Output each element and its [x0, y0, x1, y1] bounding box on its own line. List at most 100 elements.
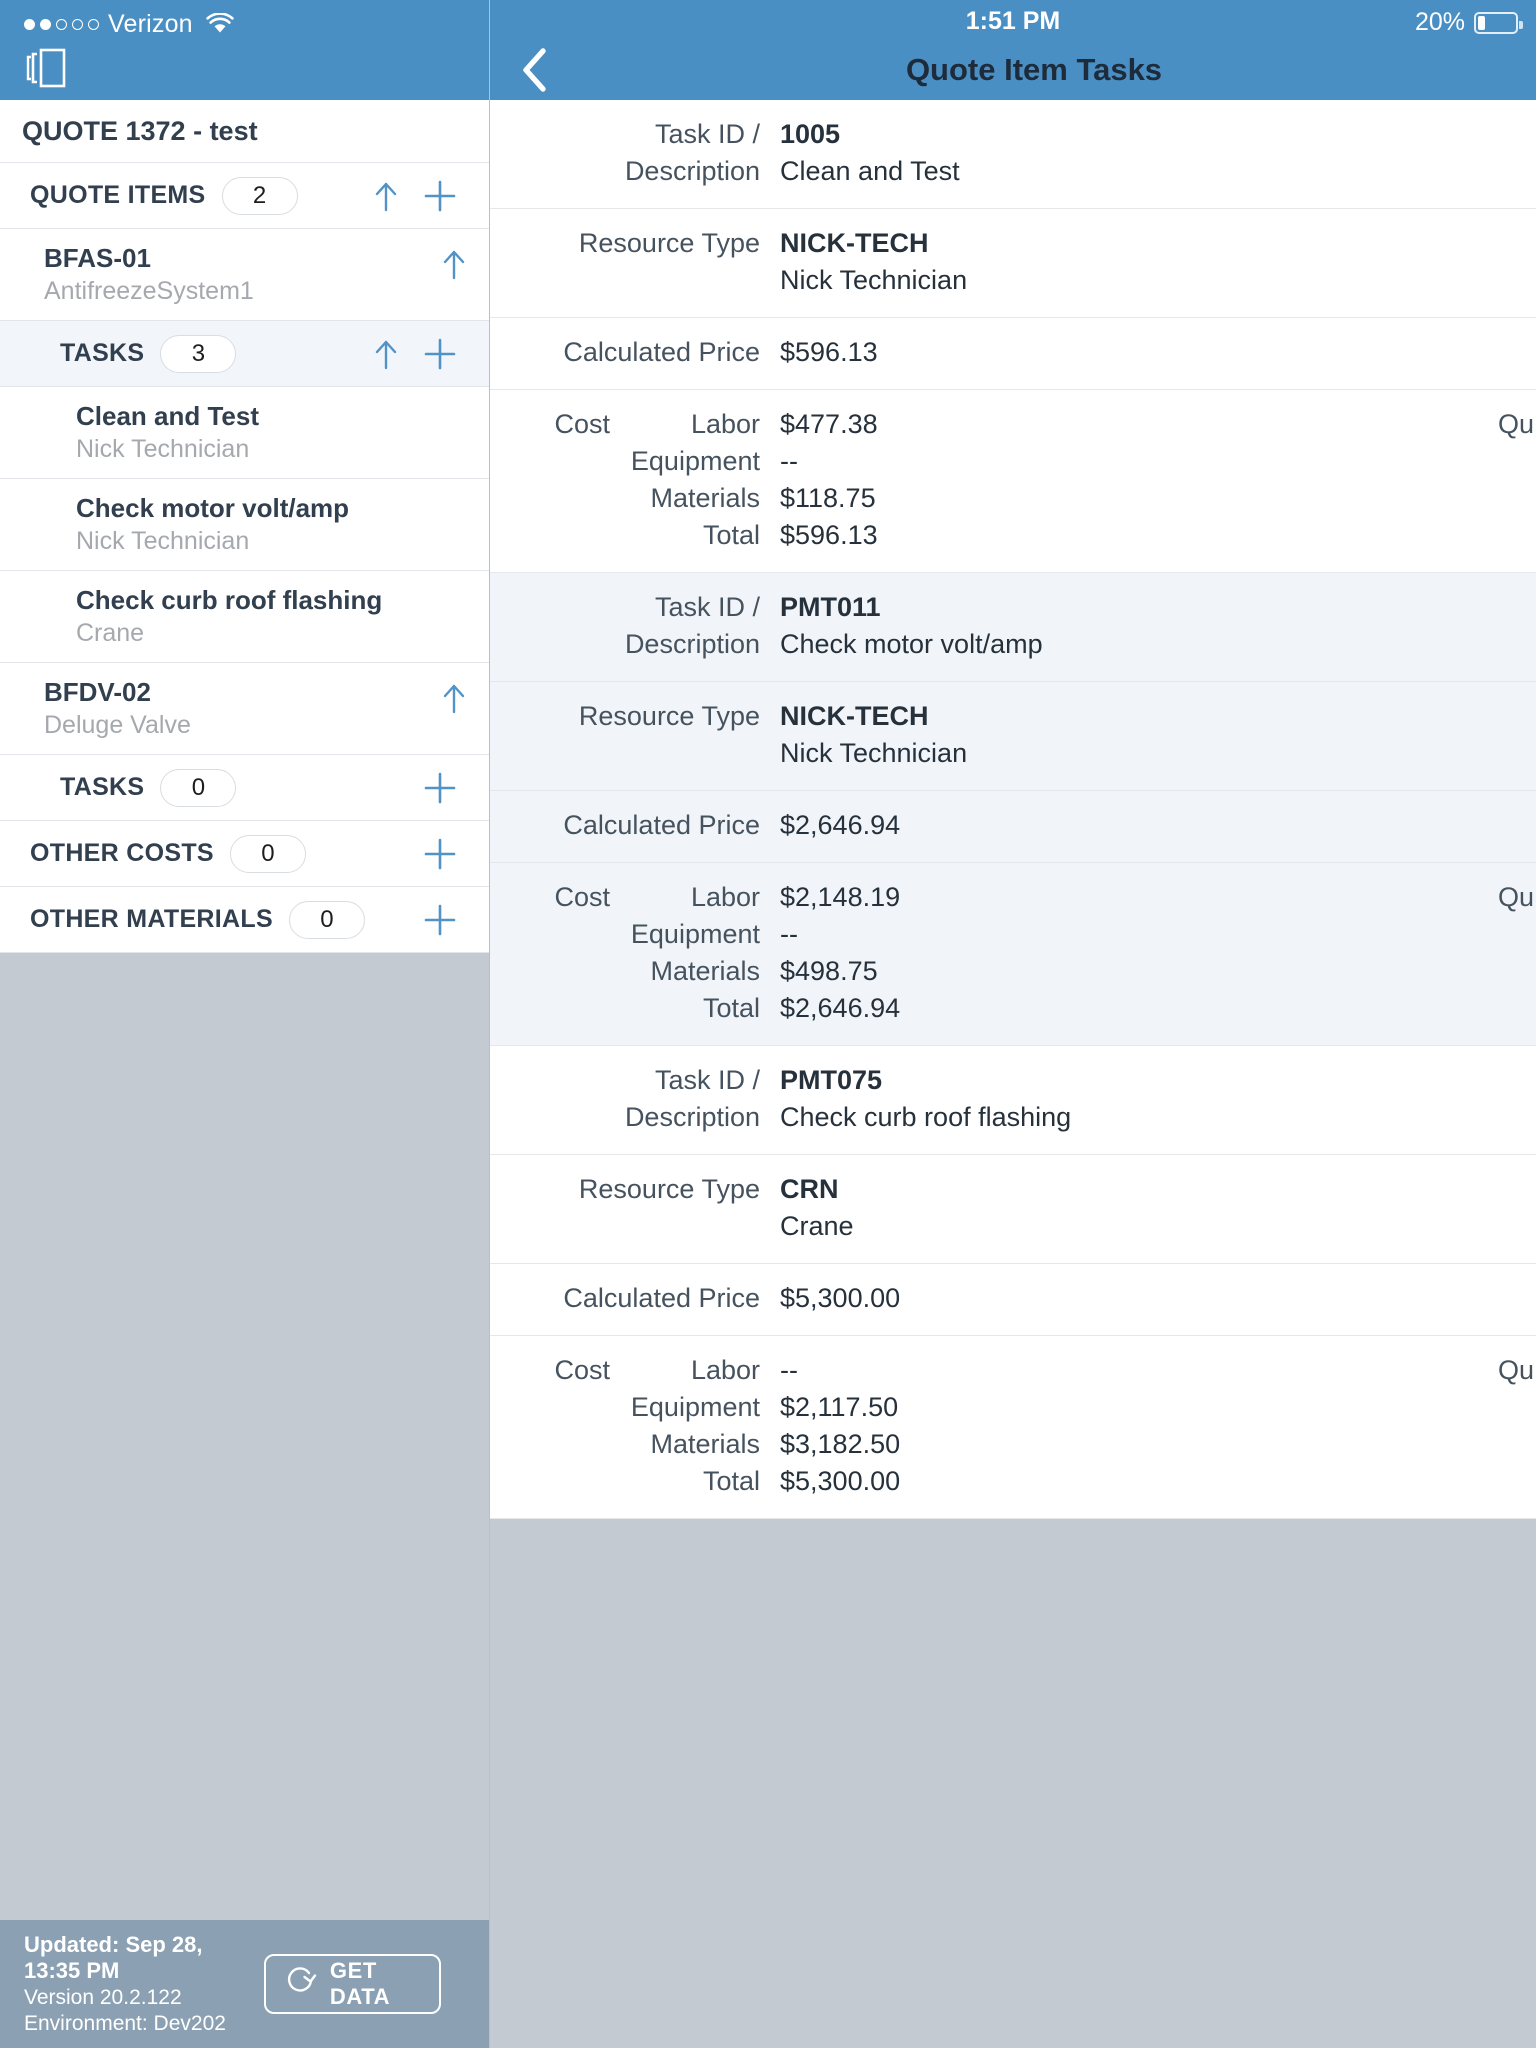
materials-value: $498.75: [780, 956, 878, 986]
section-label: QUOTE ITEMS: [30, 181, 206, 209]
section-label: OTHER COSTS: [30, 839, 214, 867]
section-header-quote-items[interactable]: QUOTE ITEMS 2: [0, 163, 489, 229]
wifi-icon: [206, 13, 234, 35]
add-task-button[interactable]: [413, 337, 467, 371]
materials-label: Materials: [650, 956, 760, 986]
section-header-other-materials[interactable]: OTHER MATERIALS 0: [0, 887, 489, 953]
collapse-arrow-icon[interactable]: [359, 179, 413, 213]
item-subtitle: AntifreezeSystem1: [44, 277, 254, 305]
carrier-row: Verizon: [0, 0, 489, 40]
add-other-cost-button[interactable]: [413, 837, 467, 871]
task-resource: Nick Technician: [76, 435, 250, 463]
task-resource: Crane: [76, 619, 145, 647]
labor-label: Labor: [690, 1355, 760, 1385]
total-value: $596.13: [780, 520, 878, 550]
list-item-quote-item[interactable]: BFAS-01 AntifreezeSystem1: [0, 229, 489, 321]
calculated-price-label: Calculated Price: [563, 337, 760, 367]
section-header-tasks-bfas01[interactable]: TASKS 3: [0, 321, 489, 387]
quote-title: QUOTE 1372 - test: [0, 100, 489, 163]
cost-block: Cost Labor $477.38 Qu Equipment -- Mater…: [490, 390, 1536, 573]
description-label: Description: [624, 156, 760, 186]
task-id-label: Task ID /: [654, 1065, 760, 1095]
resource-type-name: Crane: [780, 1211, 854, 1241]
total-value: $2,646.94: [780, 993, 901, 1023]
resource-type-block: Resource Type NICK-TECH Nick Technician: [490, 209, 1536, 318]
cost-label: Cost: [554, 409, 610, 439]
signal-strength-icon: [24, 18, 99, 30]
materials-value: $118.75: [780, 483, 876, 513]
add-quote-item-button[interactable]: [413, 179, 467, 213]
total-label: Total: [702, 1466, 760, 1496]
materials-label: Materials: [650, 1429, 760, 1459]
cost-block: Cost Labor -- Qu Equipment $2,117.50 Mat…: [490, 1336, 1536, 1519]
quote-column-truncated: Qu: [1498, 1355, 1535, 1385]
quote-column-truncated: Qu: [1498, 409, 1535, 439]
calculated-price-label: Calculated Price: [563, 1283, 760, 1313]
resource-type-name: Nick Technician: [780, 738, 968, 768]
resource-type-block: Resource Type NICK-TECH Nick Technician: [490, 682, 1536, 791]
battery-icon: [1474, 11, 1523, 34]
cost-label: Cost: [554, 1355, 610, 1385]
collapse-arrow-icon[interactable]: [441, 243, 467, 286]
add-other-material-button[interactable]: [413, 903, 467, 937]
quote-column-truncated: Qu: [1498, 882, 1535, 912]
list-item-quote-item[interactable]: BFDV-02 Deluge Valve: [0, 663, 489, 755]
main-header: 1:51 PM 20% Quote Item Tasks: [490, 0, 1536, 100]
get-data-button[interactable]: GET DATA: [263, 1954, 441, 2014]
equipment-label: Equipment: [630, 446, 760, 476]
task-id-label: Task ID /: [654, 592, 760, 622]
task-resource: Nick Technician: [76, 527, 250, 555]
task-detail-card[interactable]: Task ID / PMT011 Description Check motor…: [490, 573, 1536, 1046]
list-item-task[interactable]: Check motor volt/amp Nick Technician: [0, 479, 489, 571]
total-value: $5,300.00: [780, 1466, 901, 1496]
collapse-arrow-icon[interactable]: [441, 677, 467, 720]
calculated-price-label: Calculated Price: [563, 810, 760, 840]
labor-label: Labor: [690, 882, 760, 912]
task-identity-block: Task ID / PMT011 Description Check motor…: [490, 573, 1536, 682]
task-id-label: Task ID /: [654, 119, 760, 149]
task-identity-block: Task ID / PMT075 Description Check curb …: [490, 1046, 1536, 1155]
list-item-task[interactable]: Clean and Test Nick Technician: [0, 387, 489, 479]
labor-label: Labor: [690, 409, 760, 439]
calculated-price-value: $5,300.00: [780, 1283, 901, 1313]
total-label: Total: [702, 520, 760, 550]
resource-type-code: NICK-TECH: [780, 228, 929, 258]
clock-text: 1:51 PM: [965, 7, 1061, 35]
task-detail-card[interactable]: Task ID / PMT075 Description Check curb …: [490, 1046, 1536, 1519]
section-header-other-costs[interactable]: OTHER COSTS 0: [0, 821, 489, 887]
collapse-arrow-icon[interactable]: [359, 337, 413, 371]
calculated-price-block: Calculated Price $596.13: [490, 318, 1536, 390]
task-title: Check curb roof flashing: [76, 585, 383, 615]
section-label: TASKS: [60, 339, 145, 367]
sidebar-status-bar: Verizon: [0, 0, 489, 100]
last-updated-text: Updated: Sep 28, 13:35 PM: [24, 1932, 203, 1983]
sidebar-footer: Updated: Sep 28, 13:35 PM Version 20.2.1…: [0, 1920, 489, 2048]
total-label: Total: [702, 993, 760, 1023]
panel-toggle-button[interactable]: [0, 40, 489, 96]
main-empty-area: [490, 1519, 1536, 2048]
app-root: Verizon QUOTE 1372 - test QUOTE ITEMS 2 …: [0, 0, 1536, 2048]
refresh-icon: [284, 1964, 318, 2004]
section-header-tasks-bfdv02[interactable]: TASKS 0: [0, 755, 489, 821]
task-title: Clean and Test: [76, 401, 260, 431]
equipment-label: Equipment: [630, 1392, 760, 1422]
get-data-label: GET DATA: [329, 1958, 391, 2009]
book-panel-icon: [26, 48, 66, 88]
task-id-value: PMT075: [780, 1065, 883, 1095]
list-item-task[interactable]: Check curb roof flashing Crane: [0, 571, 489, 663]
task-id-value: PMT011: [780, 592, 881, 622]
item-title: BFAS-01: [44, 243, 151, 273]
labor-value: --: [780, 1355, 798, 1385]
description-value: Check motor volt/amp: [780, 629, 1043, 659]
cost-label: Cost: [554, 882, 610, 912]
task-detail-card[interactable]: Task ID / 1005 Description Clean and Tes…: [490, 100, 1536, 573]
battery-percent-text: 20%: [1414, 8, 1465, 36]
version-text: Version 20.2.122: [24, 1986, 182, 2009]
add-task-button[interactable]: [413, 771, 467, 805]
description-value: Check curb roof flashing: [780, 1102, 1072, 1132]
task-id-value: 1005: [780, 119, 841, 149]
labor-value: $2,148.19: [780, 882, 901, 912]
section-count-badge: 0: [288, 900, 365, 939]
materials-value: $3,182.50: [780, 1429, 901, 1459]
task-detail-list[interactable]: Task ID / 1005 Description Clean and Tes…: [490, 100, 1536, 2048]
